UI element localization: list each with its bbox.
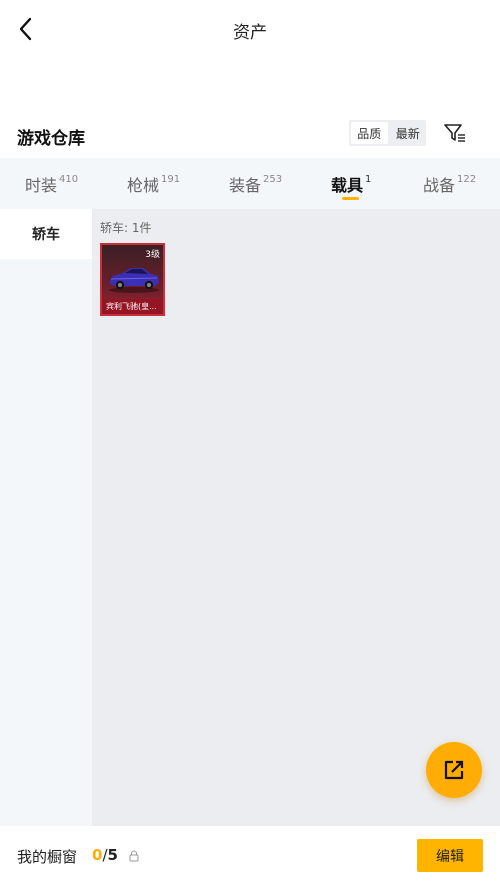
tab-count: 191 xyxy=(161,173,181,185)
tab-equipment[interactable]: 装备 253 xyxy=(229,172,282,196)
tab-label: 装备 xyxy=(229,176,262,195)
tab-vehicles[interactable]: 载具 1 xyxy=(331,172,371,196)
tab-label: 载具 xyxy=(331,176,364,195)
sidebar-item-sedan[interactable]: 轿车 xyxy=(0,209,92,259)
showcase-label: 我的橱窗 xyxy=(17,848,78,866)
tab-count: 122 xyxy=(457,173,477,185)
sort-newest-option[interactable]: 最新 xyxy=(390,120,427,146)
filter-icon xyxy=(444,124,465,142)
tab-count: 410 xyxy=(59,173,79,185)
tab-count: 253 xyxy=(263,173,283,185)
showcase-max: 5 xyxy=(107,846,118,864)
showcase-count: 0/5 xyxy=(92,846,118,864)
car-image xyxy=(109,268,159,293)
external-link-icon xyxy=(444,760,464,780)
bottom-bar: 我的橱窗 0/5 编辑 xyxy=(0,826,500,885)
group-label: 轿车: 1件 xyxy=(100,221,152,235)
item-grid: 轿车: 1件 3级 宾利飞驰(皇... xyxy=(92,209,500,826)
item-name: 宾利飞驰(皇... xyxy=(102,299,163,314)
vehicle-item-card[interactable]: 3级 宾利飞驰(皇... xyxy=(100,243,165,316)
section-header: 游戏仓库 品质 最新 xyxy=(0,112,500,156)
page-title: 资产 xyxy=(233,23,267,43)
top-bar: 资产 xyxy=(0,0,500,58)
category-tabs: 时装 410 枪械 191 装备 253 载具 1 战备 122 xyxy=(0,158,500,209)
showcase-current: 0 xyxy=(92,846,103,864)
lock-icon xyxy=(129,850,139,862)
active-tab-indicator xyxy=(342,197,359,200)
filter-button[interactable] xyxy=(441,120,469,146)
tab-label: 枪械 xyxy=(127,176,160,195)
edit-button[interactable]: 编辑 xyxy=(417,839,483,872)
tab-fashion[interactable]: 时装 410 xyxy=(25,172,78,196)
tab-label: 战备 xyxy=(423,176,456,195)
section-title: 游戏仓库 xyxy=(17,129,85,149)
tab-combat-supplies[interactable]: 战备 122 xyxy=(423,172,476,196)
tab-guns[interactable]: 枪械 191 xyxy=(127,172,180,196)
share-fab-button[interactable] xyxy=(426,742,482,798)
sort-quality-option[interactable]: 品质 xyxy=(351,122,388,144)
tab-count: 1 xyxy=(365,173,372,185)
sort-toggle: 品质 最新 xyxy=(349,120,426,146)
tab-label: 时装 xyxy=(25,176,58,195)
subcategory-sidebar: 轿车 xyxy=(0,209,92,826)
